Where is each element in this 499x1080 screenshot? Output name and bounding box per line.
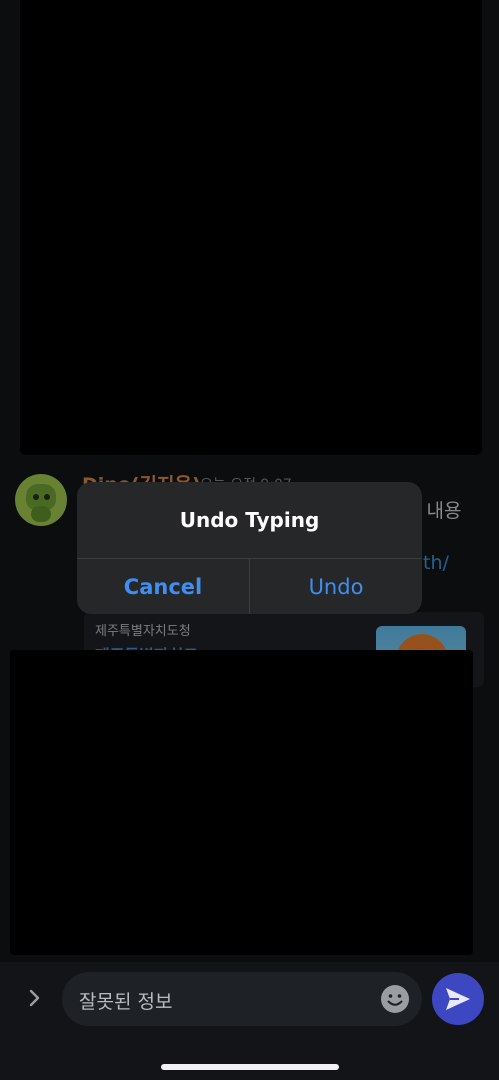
send-icon[interactable] [432, 973, 484, 1025]
cancel-button[interactable]: Cancel [77, 559, 249, 614]
alert-title: Undo Typing [179, 508, 320, 532]
chevron-right-icon[interactable] [24, 987, 46, 1009]
emoji-icon[interactable] [380, 984, 410, 1014]
message-input[interactable]: 잘못된 정보 [62, 972, 422, 1026]
undo-typing-alert: Undo Typing Cancel Undo [77, 482, 422, 614]
home-indicator [161, 1064, 339, 1070]
message-input-text[interactable]: 잘못된 정보 [79, 987, 172, 1014]
message-composer: 잘못된 정보 [0, 962, 499, 1080]
undo-button[interactable]: Undo [250, 559, 422, 614]
